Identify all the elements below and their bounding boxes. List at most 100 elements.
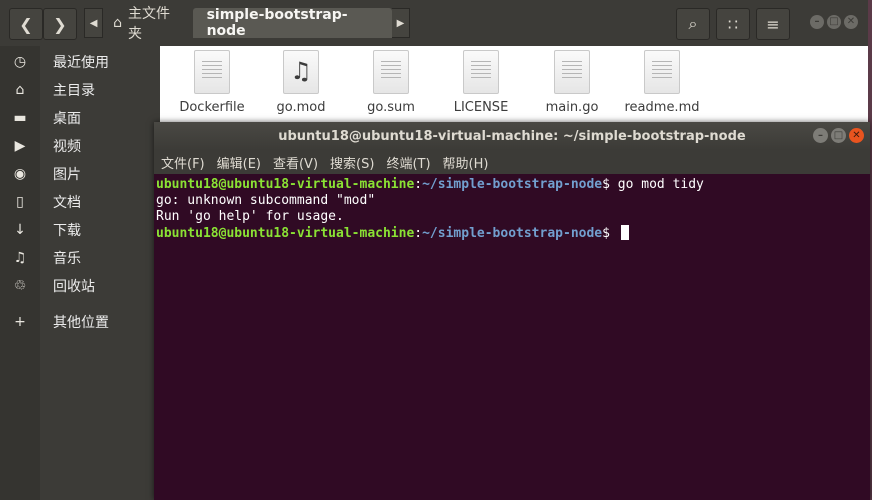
plus-icon: + bbox=[14, 314, 26, 330]
sidebar-item-label: 下载 bbox=[53, 223, 81, 239]
menu-search[interactable]: 搜索(S) bbox=[330, 153, 374, 172]
places-sidebar: ◷ 最近使用 ⌂ 主目录 ▬ 桌面 ▶ 视频 ◉ 图片 ▯ 文档 ↓ 下载 ♫ bbox=[0, 46, 160, 500]
search-icon: ⌕ bbox=[688, 14, 698, 33]
output-text: Run 'go help' for usage. bbox=[156, 209, 344, 224]
triangle-right-icon: ▶ bbox=[396, 17, 405, 29]
search-button[interactable]: ⌕ bbox=[676, 8, 710, 40]
sidebar-item-label: 音乐 bbox=[53, 251, 81, 267]
file-name: Dockerfile bbox=[179, 100, 245, 115]
sidebar-item-desktop[interactable]: ▬ 桌面 bbox=[0, 104, 160, 132]
sidebar-item-label: 其他位置 bbox=[53, 315, 109, 331]
terminal-line: ubuntu18@ubuntu18-virtual-machine:~/simp… bbox=[156, 177, 870, 193]
folder-icon: ▬ bbox=[13, 110, 27, 126]
close-icon[interactable]: ✕ bbox=[849, 128, 864, 143]
prompt-separator: : bbox=[414, 226, 423, 241]
home-icon: ⌂ bbox=[15, 82, 25, 98]
minimize-icon[interactable]: – bbox=[810, 15, 824, 29]
sidebar-item-label: 桌面 bbox=[53, 111, 81, 127]
sidebar-item-label: 文档 bbox=[53, 195, 81, 211]
file-name: go.sum bbox=[367, 100, 415, 115]
minimize-icon[interactable]: – bbox=[813, 128, 828, 143]
breadcrumb: ◀ ⌂ 主文件夹 simple-bootstrap-node ▶ bbox=[84, 6, 411, 42]
file-grid: Dockerfile ♫ go.mod go.sum LICENSE main.… bbox=[160, 46, 868, 126]
sidebar-item-home[interactable]: ⌂ 主目录 bbox=[0, 76, 160, 104]
menu-terminal[interactable]: 终端(T) bbox=[386, 153, 430, 172]
maximize-icon[interactable]: □ bbox=[827, 15, 841, 29]
text-file-icon bbox=[463, 50, 499, 94]
menu-edit[interactable]: 编辑(E) bbox=[217, 153, 261, 172]
breadcrumb-home-label: 主文件夹 bbox=[128, 6, 171, 42]
file-item-main-go[interactable]: main.go bbox=[530, 50, 614, 115]
home-icon: ⌂ bbox=[113, 15, 123, 31]
file-manager-window-controls: – □ ✕ bbox=[810, 15, 858, 29]
file-item-license[interactable]: LICENSE bbox=[439, 50, 523, 115]
sidebar-item-recent[interactable]: ◷ 最近使用 bbox=[0, 48, 160, 76]
document-icon: ▯ bbox=[16, 194, 24, 210]
menu-button[interactable]: ≡ bbox=[756, 8, 790, 40]
sidebar-item-videos[interactable]: ▶ 视频 bbox=[0, 132, 160, 160]
file-item-go-sum[interactable]: go.sum bbox=[349, 50, 433, 115]
forward-button[interactable]: ❯ bbox=[43, 8, 77, 40]
camera-icon: ◉ bbox=[13, 166, 27, 182]
prompt-symbol: $ bbox=[602, 226, 618, 241]
command-text: go mod tidy bbox=[617, 177, 704, 192]
terminal-output[interactable]: ubuntu18@ubuntu18-virtual-machine:~/simp… bbox=[154, 174, 870, 242]
view-options-button[interactable]: ∷ bbox=[716, 8, 750, 40]
output-text: go: unknown subcommand "mod" bbox=[156, 193, 376, 208]
terminal-menubar: 文件(F) 编辑(E) 查看(V) 搜索(S) 终端(T) 帮助(H) bbox=[154, 150, 870, 174]
text-file-icon bbox=[373, 50, 409, 94]
trash-icon: ♲ bbox=[13, 278, 27, 294]
chevron-left-icon: ❮ bbox=[19, 14, 33, 34]
sidebar-item-trash[interactable]: ♲ 回收站 bbox=[0, 272, 160, 300]
breadcrumb-scroll-right[interactable]: ▶ bbox=[391, 8, 411, 38]
music-icon: ♫ bbox=[13, 250, 27, 266]
sidebar-item-label: 视频 bbox=[53, 139, 81, 155]
sidebar-item-downloads[interactable]: ↓ 下载 bbox=[0, 216, 160, 244]
file-name: go.mod bbox=[276, 100, 326, 115]
prompt-path: ~/simple-bootstrap-node bbox=[422, 177, 603, 192]
file-item-dockerfile[interactable]: Dockerfile bbox=[170, 50, 254, 115]
prompt-separator: : bbox=[414, 177, 423, 192]
prompt-user: ubuntu18@ubuntu18-virtual-machine bbox=[156, 226, 415, 241]
sidebar-item-other-locations[interactable]: + 其他位置 bbox=[0, 308, 160, 336]
sidebar-item-music[interactable]: ♫ 音乐 bbox=[0, 244, 160, 272]
terminal-title: ubuntu18@ubuntu18-virtual-machine: ~/sim… bbox=[278, 128, 746, 144]
breadcrumb-home[interactable]: ⌂ 主文件夹 bbox=[103, 6, 192, 42]
menu-view[interactable]: 查看(V) bbox=[273, 153, 318, 172]
breadcrumb-current-folder[interactable]: simple-bootstrap-node bbox=[192, 7, 392, 39]
file-name: LICENSE bbox=[453, 100, 509, 115]
clock-icon: ◷ bbox=[13, 54, 27, 70]
triangle-left-icon: ◀ bbox=[89, 17, 98, 29]
text-file-icon bbox=[554, 50, 590, 94]
prompt-symbol: $ bbox=[602, 177, 618, 192]
terminal-line: go: unknown subcommand "mod" bbox=[156, 193, 870, 209]
file-item-go-mod[interactable]: ♫ go.mod bbox=[259, 50, 343, 115]
sidebar-item-label: 回收站 bbox=[53, 279, 95, 295]
breadcrumb-scroll-left[interactable]: ◀ bbox=[84, 8, 104, 38]
menu-file[interactable]: 文件(F) bbox=[161, 153, 205, 172]
prompt-user: ubuntu18@ubuntu18-virtual-machine bbox=[156, 177, 415, 192]
sidebar-item-label: 主目录 bbox=[53, 83, 95, 99]
file-manager-header: ❮ ❯ ◀ ⌂ 主文件夹 simple-bootstrap-node ▶ ⌕ ∷… bbox=[0, 0, 868, 47]
close-icon[interactable]: ✕ bbox=[844, 15, 858, 29]
chevron-right-icon: ❯ bbox=[53, 14, 67, 34]
menu-help[interactable]: 帮助(H) bbox=[443, 153, 489, 172]
file-item-readme-md[interactable]: readme.md bbox=[620, 50, 704, 115]
terminal-window[interactable]: ubuntu18@ubuntu18-virtual-machine: ~/sim… bbox=[154, 122, 870, 500]
file-name: main.go bbox=[545, 100, 599, 115]
sidebar-item-pictures[interactable]: ◉ 图片 bbox=[0, 160, 160, 188]
sidebar-item-label: 最近使用 bbox=[53, 55, 109, 71]
hamburger-icon: ≡ bbox=[766, 14, 780, 34]
terminal-window-controls: – □ ✕ bbox=[813, 128, 864, 143]
download-icon: ↓ bbox=[14, 222, 26, 238]
sidebar-item-documents[interactable]: ▯ 文档 bbox=[0, 188, 160, 216]
text-cursor bbox=[620, 225, 629, 240]
list-view-icon: ∷ bbox=[727, 14, 739, 34]
sidebar-item-label: 图片 bbox=[53, 167, 81, 183]
terminal-titlebar[interactable]: ubuntu18@ubuntu18-virtual-machine: ~/sim… bbox=[154, 122, 870, 150]
text-file-icon bbox=[194, 50, 230, 94]
back-button[interactable]: ❮ bbox=[9, 8, 43, 40]
maximize-icon[interactable]: □ bbox=[831, 128, 846, 143]
file-name: readme.md bbox=[624, 100, 700, 115]
text-file-icon bbox=[644, 50, 680, 94]
